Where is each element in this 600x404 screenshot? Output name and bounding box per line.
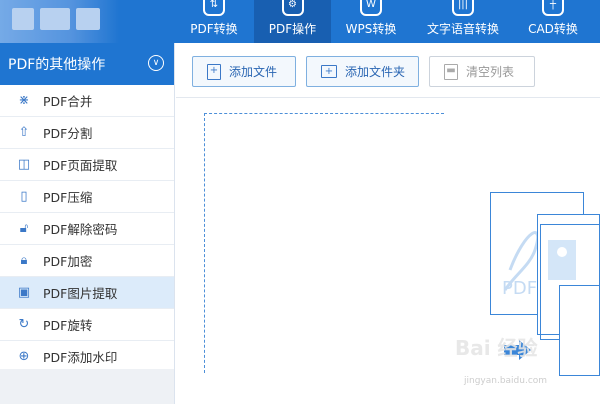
sidebar-item-label: PDF解除密码 (43, 222, 118, 237)
nav-tab-pdf-convert[interactable]: ⇅ PDF转换 (178, 0, 250, 43)
sidebar-item-encrypt[interactable]: 🔒︎ PDF加密 (0, 245, 174, 277)
sidebar-item-compress[interactable]: ▯ PDF压缩 (0, 181, 174, 213)
sidebar-item-label: PDF页面提取 (43, 158, 118, 173)
lock-icon: 🔒︎ (20, 253, 28, 268)
sidebar-item-split[interactable]: ⇧ PDF分割 (0, 117, 174, 149)
watermark-icon: ⊕ (18, 349, 30, 364)
add-folder-icon: + (321, 65, 337, 78)
merge-icon: ⋇ (18, 93, 30, 108)
sidebar-item-label: PDF合并 (43, 94, 93, 109)
sidebar: PDF的其他操作 ∨ ⋇ PDF合并 ⇧ PDF分割 ◫ PDF页面提取 ▯ P… (0, 43, 175, 404)
wps-icon: W (360, 0, 382, 16)
sidebar-title: PDF的其他操作 (8, 57, 106, 73)
gear-icon: ⚙ (281, 0, 304, 16)
cad-icon: ┼ (542, 0, 564, 16)
nav-tab-label: CAD转换 (528, 22, 578, 36)
nav-tab-cad-convert[interactable]: ┼ CAD转换 (518, 0, 588, 43)
sidebar-item-page-extract[interactable]: ◫ PDF页面提取 (0, 149, 174, 181)
sidebar-item-label: PDF添加水印 (43, 350, 118, 365)
trash-icon: ▬ (444, 63, 458, 80)
sidebar-item-label: PDF图片提取 (43, 286, 118, 301)
watermark-text: Bai 经验 (455, 336, 538, 360)
nav-tab-pdf-operate[interactable]: ⚙ PDF操作 (254, 0, 331, 43)
nav-tab-label: 文字语音转换 (426, 22, 499, 36)
sidebar-item-label: PDF压缩 (43, 190, 93, 205)
nav-tab-label: WPS转换 (345, 22, 397, 36)
page-extract-icon: ◫ (17, 157, 31, 172)
image-icon: ▣ (17, 285, 31, 300)
nav-tab-label: PDF操作 (268, 22, 317, 36)
toolbar: + 添加文件 + 添加文件夹 ▬ 清空列表 (176, 43, 600, 98)
add-file-icon: + (207, 63, 221, 80)
sidebar-item-unlock[interactable]: 🔓︎ PDF解除密码 (0, 213, 174, 245)
file-drop-zone[interactable] (204, 113, 444, 373)
sidebar-header[interactable]: PDF的其他操作 ∨ (0, 43, 174, 85)
sidebar-item-label: PDF旋转 (43, 318, 93, 333)
nav-tab-label: PDF转换 (190, 22, 238, 36)
watermark-subtext: jingyan.baidu.com (464, 376, 548, 386)
clear-list-button[interactable]: ▬ 清空列表 (429, 56, 535, 87)
pdf-text: PDF (502, 278, 537, 299)
unlock-icon: 🔓︎ (19, 221, 29, 236)
rotate-icon: ↻ (18, 317, 30, 332)
nav-tab-text-voice[interactable]: ||| 文字语音转换 (418, 0, 508, 43)
pdf-convert-icon: ⇅ (203, 0, 225, 16)
sidebar-item-merge[interactable]: ⋇ PDF合并 (0, 85, 174, 117)
voice-icon: ||| (452, 0, 474, 16)
compress-icon: ▯ (20, 189, 28, 204)
add-folder-button[interactable]: + 添加文件夹 (306, 56, 419, 87)
add-file-button[interactable]: + 添加文件 (192, 56, 296, 87)
sidebar-item-image-extract[interactable]: ▣ PDF图片提取 (0, 277, 174, 309)
sidebar-filler (0, 369, 174, 404)
sidebar-item-label: PDF加密 (43, 254, 93, 269)
add-file-label: 添加文件 (229, 65, 278, 79)
top-nav-bar: ⇅ PDF转换 ⚙ PDF操作 W WPS转换 ||| 文字语音转换 ┼ CAD… (0, 0, 600, 43)
app-logo (0, 0, 120, 43)
sidebar-item-rotate[interactable]: ↻ PDF旋转 (0, 309, 174, 341)
nav-tab-wps-convert[interactable]: W WPS转换 (335, 0, 407, 43)
sidebar-item-label: PDF分割 (43, 126, 93, 141)
clear-list-label: 清空列表 (466, 65, 515, 79)
add-folder-label: 添加文件夹 (345, 65, 406, 79)
chevron-down-icon[interactable]: ∨ (148, 55, 164, 71)
split-icon: ⇧ (18, 125, 30, 140)
